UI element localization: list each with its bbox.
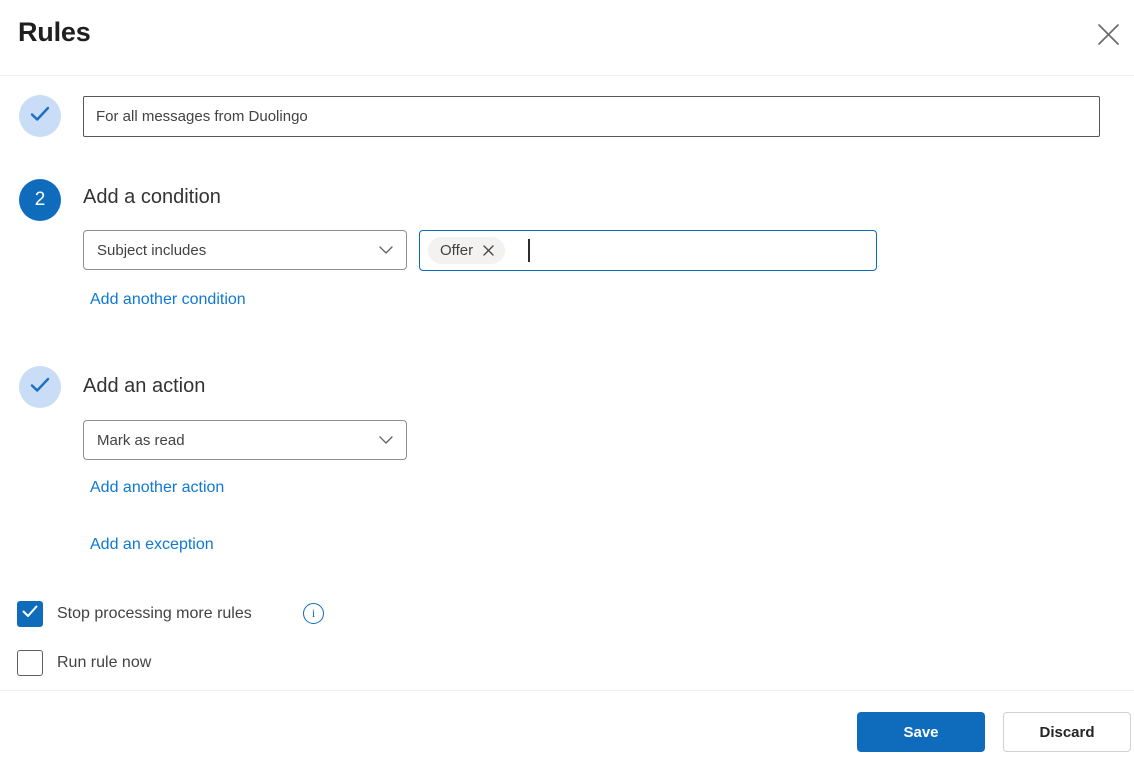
dismiss-icon[interactable] <box>483 245 494 256</box>
run-rule-now-checkbox[interactable] <box>17 650 43 676</box>
step-2-number-badge: 2 <box>19 179 61 221</box>
chevron-down-icon <box>379 431 393 449</box>
add-an-exception-link[interactable]: Add an exception <box>90 536 214 554</box>
save-button[interactable]: Save <box>857 712 985 752</box>
action-heading: Add an action <box>83 375 206 397</box>
stop-processing-checkbox[interactable] <box>17 601 43 627</box>
add-another-action-link[interactable]: Add another action <box>90 479 224 497</box>
checkmark-icon <box>22 605 38 623</box>
info-icon[interactable]: i <box>303 603 324 624</box>
page-title: Rules <box>18 17 91 47</box>
step-number: 2 <box>34 189 46 210</box>
text-cursor <box>528 239 530 262</box>
step-1-complete-badge <box>19 95 61 137</box>
run-rule-now-label: Run rule now <box>57 654 152 671</box>
condition-select[interactable]: Subject includes <box>83 230 407 270</box>
action-select-value: Mark as read <box>97 431 185 449</box>
header-divider <box>0 75 1134 76</box>
checkmark-icon <box>30 377 50 398</box>
close-button[interactable] <box>1090 18 1126 54</box>
footer-divider <box>0 690 1134 691</box>
chevron-down-icon <box>379 241 393 259</box>
add-another-condition-link[interactable]: Add another condition <box>90 291 246 309</box>
keyword-chip-label: Offer <box>440 242 474 259</box>
condition-heading: Add a condition <box>83 186 221 208</box>
rule-name-input[interactable] <box>83 96 1100 137</box>
keyword-chip: Offer <box>428 237 506 264</box>
close-icon <box>1097 23 1120 49</box>
stop-processing-label: Stop processing more rules <box>57 605 252 622</box>
discard-button[interactable]: Discard <box>1003 712 1131 752</box>
checkmark-icon <box>30 106 50 127</box>
condition-keywords-input[interactable]: Offer <box>419 230 877 271</box>
action-select[interactable]: Mark as read <box>83 420 407 460</box>
step-3-complete-badge <box>19 366 61 408</box>
condition-select-value: Subject includes <box>97 241 207 259</box>
